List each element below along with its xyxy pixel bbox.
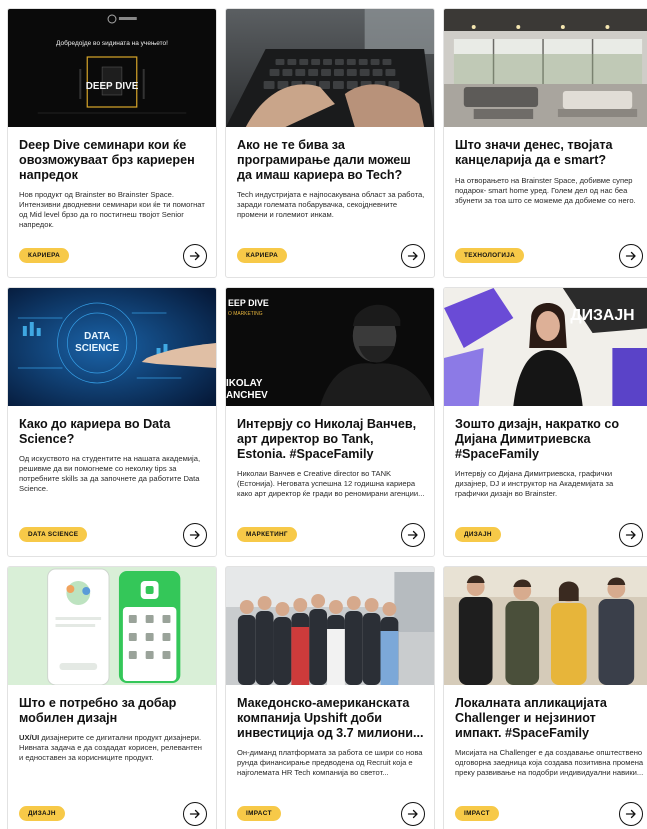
article-title[interactable]: Интервју со Николај Ванчев, арт директор… bbox=[237, 417, 426, 462]
article-description: Николаи Ванчев е Creative director во TA… bbox=[237, 469, 425, 498]
read-more-button[interactable] bbox=[183, 244, 207, 268]
read-more-button[interactable] bbox=[401, 244, 425, 268]
arrow-right-icon bbox=[407, 530, 418, 540]
read-more-button[interactable] bbox=[619, 244, 643, 268]
thumb-logo-text: DEEP DIVE bbox=[86, 81, 139, 92]
article-thumbnail[interactable] bbox=[444, 9, 647, 127]
thumb-design-word: ДИЗАЈН bbox=[570, 307, 634, 324]
category-badge[interactable]: КАРИЕРА bbox=[19, 248, 70, 263]
thumb-deep-dive-text: EEP DIVE bbox=[228, 298, 269, 308]
article-description: Tech индустријата е најпосакувана област… bbox=[237, 190, 425, 219]
arrow-right-icon bbox=[625, 251, 636, 261]
arrow-right-icon bbox=[189, 251, 200, 261]
article-title[interactable]: Како до кариера во Data Science? bbox=[19, 417, 208, 447]
article-description: На отворањето на Brainster Space, добивм… bbox=[455, 176, 636, 205]
arrow-right-icon bbox=[189, 809, 200, 819]
article-thumbnail[interactable]: Добредојде во ѕидината на учењето! DEEP … bbox=[8, 9, 216, 127]
article-thumbnail[interactable] bbox=[444, 567, 647, 685]
arrow-right-icon bbox=[625, 809, 636, 819]
article-thumbnail[interactable] bbox=[8, 567, 216, 685]
read-more-button[interactable] bbox=[619, 523, 643, 547]
article-description: UX/UI дизајнерите се дигитални продукт д… bbox=[19, 733, 208, 763]
article-thumbnail[interactable]: ДИЗАЈН bbox=[444, 288, 647, 406]
article-card-smart-office[interactable]: Што значи денес, твојата канцеларија да … bbox=[443, 8, 647, 278]
thumb-marketing-text: O MARKETING bbox=[228, 311, 263, 317]
article-title[interactable]: Ако не те бива за програмирање дали може… bbox=[237, 138, 426, 183]
article-title[interactable]: Deep Dive семинари кои ќе овозможуваат б… bbox=[19, 138, 208, 183]
article-card-nikolay-vanchev[interactable]: EEP DIVE O MARKETING IKOLAY ANCHEV Интер… bbox=[225, 287, 435, 557]
category-badge[interactable]: DATA SCIENCE bbox=[19, 527, 88, 542]
article-thumbnail[interactable] bbox=[226, 567, 434, 685]
category-badge[interactable]: МАРКЕТИНГ bbox=[237, 527, 297, 542]
article-description: Нов продукт од Brainster во Brainster Sp… bbox=[19, 190, 205, 229]
category-badge[interactable]: ДИЗАЈН bbox=[455, 527, 501, 542]
article-title[interactable]: Што е потребно за добар мобилен дизајн bbox=[19, 696, 208, 726]
category-badge[interactable]: ДИЗАЈН bbox=[19, 806, 65, 821]
article-title[interactable]: Што значи денес, твојата канцеларија да … bbox=[455, 138, 644, 168]
thumb-science-text: SCIENCE bbox=[75, 343, 119, 354]
article-card-dijana-dimitrievska[interactable]: ДИЗАЈН Зошто дизајн, накратко со Дијана … bbox=[443, 287, 647, 557]
article-card-deep-dive[interactable]: Добредојде во ѕидината на учењето! DEEP … bbox=[7, 8, 217, 278]
article-thumbnail[interactable]: EEP DIVE O MARKETING IKOLAY ANCHEV bbox=[226, 288, 434, 406]
read-more-button[interactable] bbox=[183, 523, 207, 547]
arrow-right-icon bbox=[407, 809, 418, 819]
read-more-button[interactable] bbox=[401, 523, 425, 547]
article-card-challenger[interactable]: Локалната апликацијата Challenger и нејз… bbox=[443, 566, 647, 829]
article-description: Интервју со Дијана Димитриевска, графичк… bbox=[455, 469, 614, 498]
article-description: Он-диманд платформата за работа се шири … bbox=[237, 748, 423, 777]
article-card-mobile-design[interactable]: Што е потребно за добар мобилен дизајн U… bbox=[7, 566, 217, 829]
article-title[interactable]: Македонско-американската компанија Upshi… bbox=[237, 696, 426, 741]
arrow-right-icon bbox=[189, 530, 200, 540]
article-card-tech-career[interactable]: Ако не те бива за програмирање дали може… bbox=[225, 8, 435, 278]
article-thumbnail[interactable]: DATA SCIENCE bbox=[8, 288, 216, 406]
article-title[interactable]: Локалната апликацијата Challenger и нејз… bbox=[455, 696, 644, 741]
article-card-data-science[interactable]: DATA SCIENCE Како до кариера во Data Sci… bbox=[7, 287, 217, 557]
article-description: Мисијата на Challenger е да создавање оп… bbox=[455, 748, 644, 777]
category-badge[interactable]: КАРИЕРА bbox=[237, 248, 288, 263]
article-card-upshift[interactable]: Македонско-американската компанија Upshi… bbox=[225, 566, 435, 829]
article-thumbnail[interactable] bbox=[226, 9, 434, 127]
category-badge[interactable]: ТЕХНОЛОГИЈА bbox=[455, 248, 524, 263]
thumb-name-line1: IKOLAY bbox=[226, 378, 263, 389]
thumb-data-text: DATA bbox=[84, 331, 110, 342]
category-badge[interactable]: IMPACT bbox=[237, 806, 281, 821]
read-more-button[interactable] bbox=[183, 802, 207, 826]
read-more-button[interactable] bbox=[619, 802, 643, 826]
article-title[interactable]: Зошто дизајн, накратко со Дијана Димитри… bbox=[455, 417, 644, 462]
category-badge[interactable]: IMPACT bbox=[455, 806, 499, 821]
read-more-button[interactable] bbox=[401, 802, 425, 826]
description-emphasis: UX/UI bbox=[19, 733, 40, 742]
description-text: дизајнерите се дигитални продукт дизајне… bbox=[19, 733, 202, 762]
arrow-right-icon bbox=[407, 251, 418, 261]
thumb-welcome-text: Добредојде во ѕидината на учењето! bbox=[56, 39, 168, 47]
thumb-name-line2: ANCHEV bbox=[226, 390, 268, 401]
arrow-right-icon bbox=[625, 530, 636, 540]
article-description: Од искуството на студентите на нашата ак… bbox=[19, 454, 201, 493]
